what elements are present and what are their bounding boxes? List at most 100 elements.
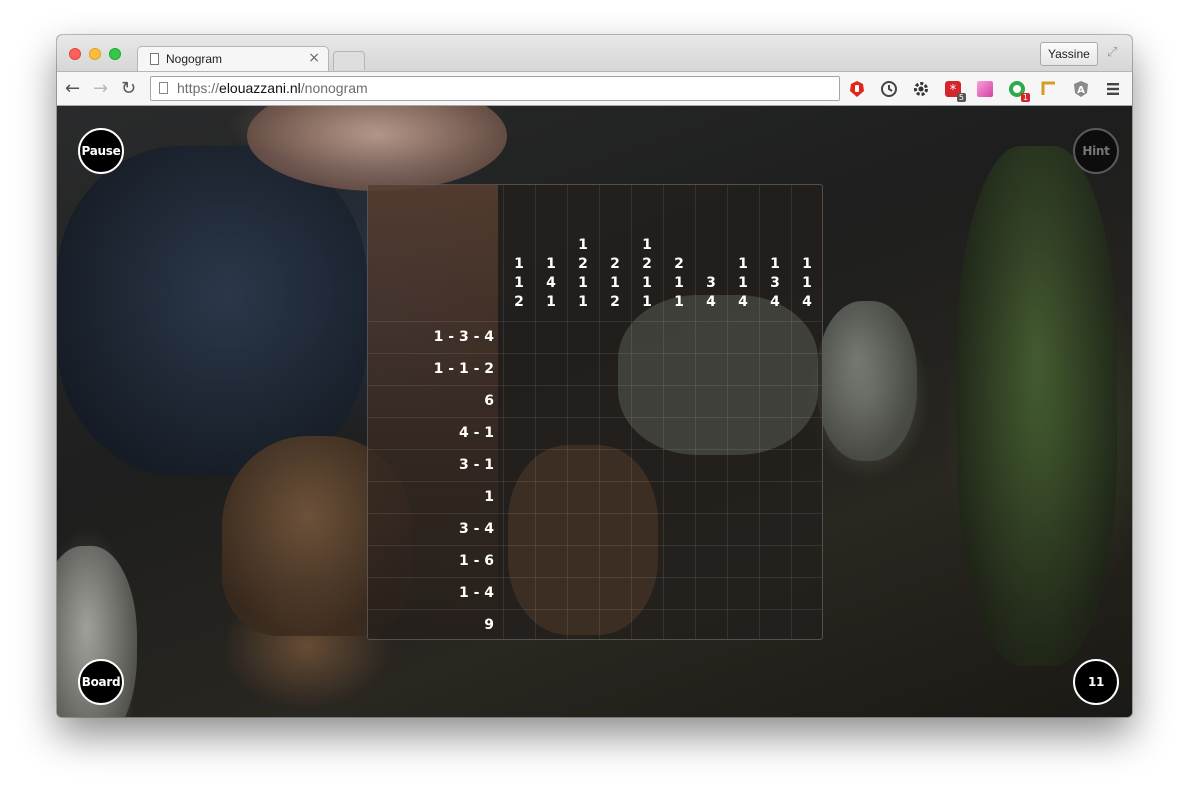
grid-cell[interactable]	[664, 546, 695, 577]
grid-cell[interactable]	[568, 514, 599, 545]
grid-cell[interactable]	[600, 450, 631, 481]
grid-cell[interactable]	[728, 610, 759, 639]
grid-cell[interactable]	[728, 386, 759, 417]
grid-cell[interactable]	[664, 514, 695, 545]
grid-cell[interactable]	[600, 578, 631, 609]
grid-cell[interactable]	[696, 450, 727, 481]
grid-cell[interactable]	[696, 322, 727, 353]
grid-cell[interactable]	[760, 386, 791, 417]
window-maximize-button[interactable]	[109, 48, 121, 60]
grid-cell[interactable]	[632, 386, 663, 417]
grid-cell[interactable]	[664, 450, 695, 481]
grid-cell[interactable]	[728, 450, 759, 481]
grid-cell[interactable]	[504, 386, 535, 417]
tab-nonogram[interactable]: Nogogram ×	[137, 46, 329, 73]
window-minimize-button[interactable]	[89, 48, 101, 60]
grid-cell[interactable]	[536, 546, 567, 577]
grid-cell[interactable]	[760, 418, 791, 449]
grid-cell[interactable]	[664, 354, 695, 385]
grid-cell[interactable]	[760, 546, 791, 577]
board-button[interactable]: Board	[78, 659, 124, 705]
grid-cell[interactable]	[504, 450, 535, 481]
grid-cell[interactable]	[632, 322, 663, 353]
grid-cell[interactable]	[504, 610, 535, 639]
window-close-button[interactable]	[69, 48, 81, 60]
back-arrow-icon[interactable]: ←	[65, 78, 80, 99]
gradient-extension-icon[interactable]	[976, 80, 994, 98]
gear-icon[interactable]	[912, 80, 930, 98]
grid-cell[interactable]	[504, 418, 535, 449]
grid-cell[interactable]	[760, 322, 791, 353]
grid-cell[interactable]	[664, 610, 695, 639]
green-extension-icon[interactable]: 1	[1008, 80, 1030, 102]
grid-cell[interactable]	[696, 418, 727, 449]
grid-cell[interactable]	[728, 578, 759, 609]
grid-cell[interactable]	[664, 418, 695, 449]
grid-cell[interactable]	[568, 418, 599, 449]
grid-cell[interactable]	[696, 546, 727, 577]
grid-cell[interactable]	[696, 578, 727, 609]
grid-cell[interactable]	[728, 418, 759, 449]
grid-cell[interactable]	[760, 450, 791, 481]
grid-cell[interactable]	[792, 514, 822, 545]
grid-cell[interactable]	[568, 482, 599, 513]
grid-cell[interactable]	[632, 418, 663, 449]
grid-cell[interactable]	[536, 482, 567, 513]
grid-cell[interactable]	[632, 514, 663, 545]
grid-cell[interactable]	[760, 578, 791, 609]
grid-cell[interactable]	[632, 450, 663, 481]
tab-close-icon[interactable]: ×	[308, 50, 320, 66]
hint-button[interactable]: Hint	[1073, 128, 1119, 174]
grid-cell[interactable]	[536, 578, 567, 609]
grid-cell[interactable]	[600, 546, 631, 577]
grid-cell[interactable]	[792, 450, 822, 481]
grid-cell[interactable]	[792, 322, 822, 353]
grid-cell[interactable]	[536, 418, 567, 449]
hand-stop-extension-icon[interactable]	[848, 80, 866, 98]
grid-cell[interactable]	[568, 322, 599, 353]
asterisk-extension-icon[interactable]: * 5	[944, 80, 966, 102]
grid-cell[interactable]	[728, 322, 759, 353]
grid-cell[interactable]	[568, 578, 599, 609]
grid-cell[interactable]	[632, 354, 663, 385]
grid-cell[interactable]	[760, 514, 791, 545]
grid-cell[interactable]	[504, 354, 535, 385]
grid-cell[interactable]	[632, 546, 663, 577]
grid-cell[interactable]	[568, 450, 599, 481]
grid-cell[interactable]	[504, 514, 535, 545]
grid-cell[interactable]	[664, 386, 695, 417]
fullscreen-icon[interactable]: ⤢	[1107, 45, 1117, 60]
grid-cell[interactable]	[632, 610, 663, 639]
grid-cell[interactable]	[760, 482, 791, 513]
grid-cell[interactable]	[792, 354, 822, 385]
grid-cell[interactable]	[504, 546, 535, 577]
grid-cell[interactable]	[632, 482, 663, 513]
grid-cell[interactable]	[536, 354, 567, 385]
menu-icon[interactable]	[1104, 80, 1122, 98]
grid-cell[interactable]	[600, 610, 631, 639]
grid-cell[interactable]	[600, 354, 631, 385]
grid-cell[interactable]	[696, 514, 727, 545]
reload-icon[interactable]: ↻	[121, 78, 136, 99]
grid-cell[interactable]	[568, 354, 599, 385]
sync-extension-icon[interactable]	[880, 80, 898, 98]
grid-cell[interactable]	[568, 386, 599, 417]
grid-cell[interactable]	[664, 482, 695, 513]
grid-cell[interactable]	[568, 610, 599, 639]
grid-cell[interactable]	[696, 386, 727, 417]
grid-cell[interactable]	[792, 610, 822, 639]
grid-cell[interactable]	[728, 354, 759, 385]
grid-cell[interactable]	[728, 514, 759, 545]
grid-cell[interactable]	[536, 514, 567, 545]
angular-extension-icon[interactable]: A	[1072, 80, 1090, 98]
grid-cell[interactable]	[536, 610, 567, 639]
grid-cell[interactable]	[504, 482, 535, 513]
grid-cell[interactable]	[696, 354, 727, 385]
grid-cell[interactable]	[792, 578, 822, 609]
grid-cell[interactable]	[664, 578, 695, 609]
forward-arrow-icon[interactable]: →	[93, 78, 108, 99]
grid-cell[interactable]	[536, 386, 567, 417]
grid-cell[interactable]	[600, 386, 631, 417]
grid-cell[interactable]	[792, 418, 822, 449]
grid-cell[interactable]	[504, 322, 535, 353]
